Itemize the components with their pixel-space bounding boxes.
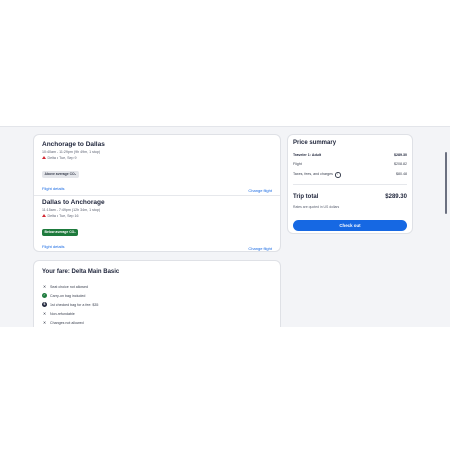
co2-badge: Below average CO₂	[42, 228, 79, 236]
taxes-label: Taxes, fees, and charges	[293, 172, 333, 176]
segment-divider	[34, 195, 280, 196]
list-item: ✕ Non-refundable	[42, 310, 98, 319]
total-price: $289.30	[385, 194, 407, 200]
flight-details-link[interactable]: Flight details	[42, 186, 64, 191]
list-item: ✕ Seat choice not allowed	[42, 282, 98, 291]
change-flight-link[interactable]: Change flight	[248, 188, 272, 193]
flight-times: 11:15am - 7:49pm (12h 34m, 1 stop)	[42, 208, 101, 212]
route-title: Dallas to Anchorage	[42, 199, 105, 206]
traveler-label: Traveler 1: Adult	[293, 153, 322, 157]
check-circle-icon: ✓	[42, 293, 47, 299]
list-item: $ 1st checked bag for a fee: $35	[42, 300, 98, 309]
outbound-flight-segment: Anchorage to Dallas 10:40am - 11:29pm (9…	[42, 141, 272, 193]
delta-logo-icon	[42, 156, 46, 159]
x-icon: ✕	[42, 283, 47, 289]
list-item: ✓ Carry-on bag included	[42, 291, 98, 300]
airline-info: Delta • Tue, Sep 16	[42, 214, 272, 218]
price-summary-card: Price summary Traveler 1: Adult $289.30 …	[287, 134, 413, 234]
flight-price-row: Flight $208.82	[293, 162, 407, 166]
checkout-button[interactable]: Check out	[293, 220, 407, 231]
total-row: Trip total $289.30	[293, 194, 407, 200]
fare-feature-text: Seat choice not allowed	[50, 284, 88, 289]
taxes-price: $80.48	[396, 172, 407, 176]
flight-details-link[interactable]: Flight details	[42, 244, 64, 249]
flight-price: $208.82	[394, 162, 407, 166]
list-item: ✕ Changes not allowed	[42, 319, 98, 327]
scrollbar[interactable]	[444, 152, 447, 214]
airline-info: Delta • Tue, Sep 9	[42, 156, 272, 160]
checkout-page: Anchorage to Dallas 10:40am - 11:29pm (9…	[0, 126, 450, 327]
fare-features-list: ✕ Seat choice not allowed ✓ Carry-on bag…	[42, 282, 98, 327]
return-flight-segment: Dallas to Anchorage 11:15am - 7:49pm (12…	[42, 199, 272, 251]
co2-badge: Above average CO₂	[42, 170, 79, 178]
fare-title: Your fare: Delta Main Basic	[42, 269, 120, 275]
airline-date: Delta • Tue, Sep 16	[47, 213, 79, 218]
dollar-circle-icon: $	[42, 302, 47, 308]
total-label: Trip total	[293, 194, 319, 200]
x-icon: ✕	[42, 311, 47, 317]
fare-feature-text: Changes not allowed	[50, 321, 84, 326]
fare-feature-text: Non-refundable	[50, 312, 75, 317]
flight-label: Flight	[293, 162, 302, 166]
taxes-row: Taxes, fees, and charges i $80.48	[293, 172, 407, 178]
traveler-row: Traveler 1: Adult $289.30	[293, 153, 407, 157]
fare-card: Your fare: Delta Main Basic ✕ Seat choic…	[33, 260, 281, 327]
fare-feature-text: Carry-on bag included	[50, 293, 86, 298]
rates-note: Rates are quoted in US dollars	[293, 205, 340, 209]
traveler-price: $289.30	[394, 153, 407, 157]
price-summary-title: Price summary	[293, 140, 337, 146]
flight-times: 10:40am - 11:29pm (9h 49m, 1 stop)	[42, 150, 101, 154]
delta-logo-icon	[42, 214, 46, 217]
info-icon[interactable]: i	[334, 172, 341, 178]
x-icon: ✕	[42, 320, 47, 326]
taxes-label-group: Taxes, fees, and charges i	[293, 172, 341, 178]
flights-card: Anchorage to Dallas 10:40am - 11:29pm (9…	[33, 134, 281, 252]
summary-divider	[293, 184, 407, 185]
change-flight-link[interactable]: Change flight	[248, 246, 272, 251]
fare-feature-text: 1st checked bag for a fee: $35	[50, 302, 99, 307]
airline-date: Delta • Tue, Sep 9	[47, 155, 77, 160]
route-title: Anchorage to Dallas	[42, 141, 105, 148]
